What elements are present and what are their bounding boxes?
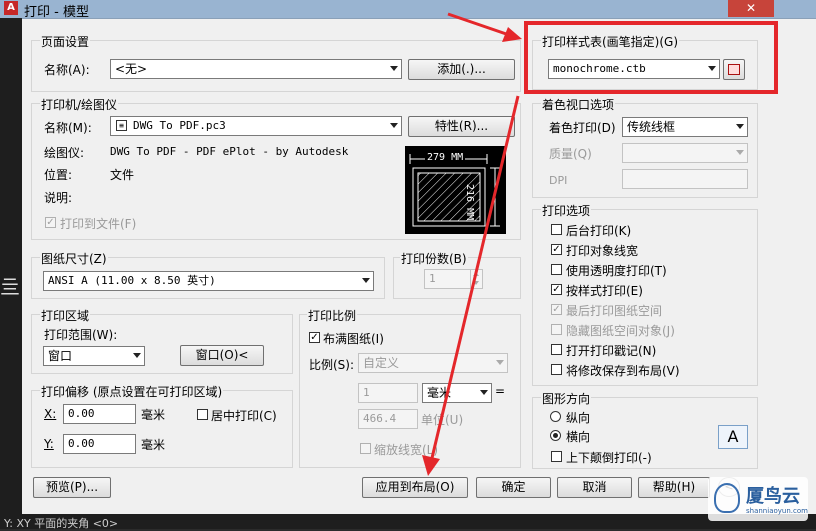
arrow-to-apply-button <box>430 95 520 459</box>
arrow-head-apply-button <box>422 455 440 476</box>
arrow-head-style-table <box>502 27 522 42</box>
annotation-arrows <box>422 12 522 476</box>
plot-dialog: A 打印 - 模型 ✕ 亖 页面设置 名称(A): <无> 添加(.)... 打… <box>0 0 816 530</box>
arrow-to-style-table <box>447 12 513 38</box>
